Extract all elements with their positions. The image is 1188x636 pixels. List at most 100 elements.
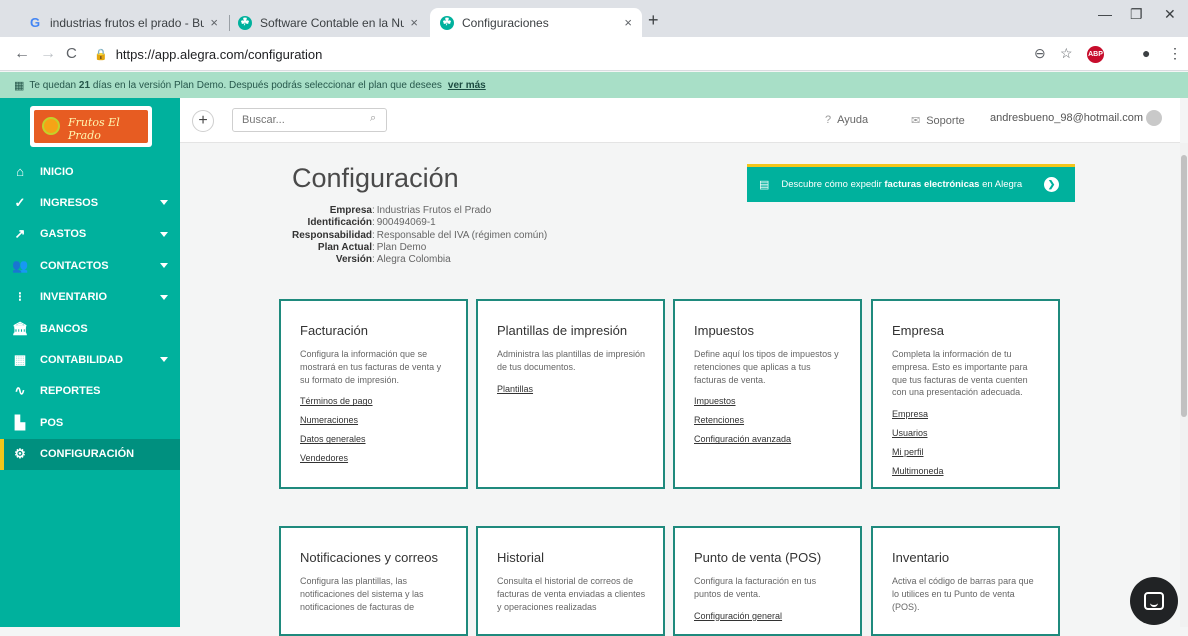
sidebar-item-reportes[interactable]: ∿ REPORTES: [0, 376, 180, 407]
user-email[interactable]: andresbueno_98@hotmail.com: [990, 112, 1143, 124]
info-key: Plan Actual: [317, 241, 372, 253]
card-link[interactable]: Configuración avanzada: [694, 434, 860, 444]
alegra-icon: ☘: [238, 15, 252, 30]
sidebar-item-contactos[interactable]: 👥 CONTACTOS: [0, 250, 180, 281]
card-link[interactable]: Configuración general: [694, 611, 860, 621]
lock-icon: 🔒: [94, 48, 108, 61]
card-title: Plantillas de impresión: [497, 323, 628, 338]
card-link[interactable]: Mi perfil: [892, 447, 1058, 457]
sidebar-item-inicio[interactable]: ⌂ INICIO: [0, 156, 180, 187]
reports-icon: ∿: [14, 383, 26, 399]
sidebar-item-pos[interactable]: ▙ POS: [0, 407, 180, 438]
sidebar-item-label: INGRESOS: [40, 197, 99, 210]
search-input[interactable]: [232, 108, 387, 132]
info-key: Versión: [335, 254, 372, 266]
banner-more-link[interactable]: ver más: [448, 80, 486, 91]
help-link[interactable]: ? Ayuda: [825, 114, 868, 126]
sidebar-item-bancos[interactable]: 🏛 BANCOS: [0, 313, 180, 344]
sidebar-item-ingresos[interactable]: ✓ INGRESOS: [0, 187, 180, 218]
bank-icon: 🏛: [12, 320, 29, 336]
sidebar-item-inventario[interactable]: ⁝ INVENTARIO: [0, 282, 180, 313]
restore-icon[interactable]: ❐: [1130, 6, 1143, 23]
info-row: Plan Actual: Plan Demo: [288, 242, 547, 254]
contacts-icon: 👥: [12, 257, 29, 273]
accounting-icon: ▦: [13, 352, 27, 368]
zoom-icon[interactable]: ⊖: [1034, 45, 1046, 62]
promo-suffix: en Alegra: [982, 179, 1023, 190]
scrollbar-thumb[interactable]: [1181, 155, 1187, 417]
sidebar-item-gastos[interactable]: ↗ GASTOS: [0, 219, 180, 250]
close-window-icon[interactable]: ✕: [1164, 6, 1176, 23]
settings-card: Impuestos Define aquí los tipos de impues…: [673, 299, 862, 489]
sidebar-item-label: CONFIGURACIÓN: [40, 448, 135, 461]
support-link[interactable]: ✉ Soporte: [911, 114, 965, 128]
back-icon[interactable]: ←: [14, 45, 30, 63]
card-link[interactable]: Numeraciones: [300, 415, 466, 425]
card-title: Historial: [497, 550, 544, 565]
company-info: Empresa: Industrias Frutos el Prado Identi…: [288, 205, 547, 266]
card-description: Configura las plantillas, las notificaci…: [300, 576, 424, 612]
alegra-icon: ☘: [440, 15, 454, 30]
home-icon: ⌂: [16, 164, 24, 180]
url-text: https://app.alegra.com/configuration: [115, 46, 323, 62]
card-link[interactable]: Impuestos: [694, 396, 860, 406]
sidebar-item-label: CONTABILIDAD: [40, 354, 123, 367]
card-link[interactable]: Usuarios: [892, 428, 1058, 438]
card-title: Punto de venta (POS): [694, 550, 822, 565]
card-link[interactable]: Retenciones: [694, 415, 860, 425]
minimize-icon[interactable]: —: [1098, 6, 1112, 22]
sidebar: Frutos El Prado ⌂ INICIO ✓ INGRESOS ↗ GASTOS 👥…: [0, 98, 180, 627]
user-avatar-icon[interactable]: [1146, 110, 1162, 126]
company-logo[interactable]: Frutos El Prado: [30, 106, 152, 147]
account-icon[interactable]: ●: [1142, 45, 1150, 61]
logo-image: Frutos El Prado: [34, 110, 148, 143]
card-link[interactable]: Términos de pago: [300, 396, 466, 406]
banner-text: días en la versión Plan Demo. Después po…: [92, 79, 442, 91]
chevron-down-icon: [160, 231, 168, 237]
sidebar-item-configuracion[interactable]: ⚙ CONFIGURACIÓN: [0, 438, 180, 470]
card-description: Configura la información que se mostrará…: [300, 349, 442, 385]
fruit-logo-icon: [42, 117, 60, 135]
chat-button[interactable]: [1130, 577, 1178, 625]
forward-icon[interactable]: →: [40, 45, 56, 63]
close-tab-icon[interactable]: ×: [624, 15, 632, 30]
sidebar-item-label: GASTOS: [40, 228, 87, 241]
card-link[interactable]: Plantillas: [497, 384, 663, 394]
info-key: Identificación: [307, 217, 372, 229]
card-description: Completa la información de tu empresa. E…: [892, 349, 1028, 398]
card-link[interactable]: Empresa: [892, 409, 1058, 419]
card-link[interactable]: Datos generales: [300, 434, 466, 444]
sidebar-item-contabilidad[interactable]: ▦ CONTABILIDAD: [0, 344, 180, 375]
address-bar[interactable]: 🔒 https://app.alegra.com/configuration: [94, 41, 1094, 67]
browser-tab-configuraciones[interactable]: ☘ Configuraciones ×: [430, 8, 642, 37]
card-description: Define aquí los tipos de impuestos y ret…: [694, 349, 839, 385]
card-link[interactable]: Vendedores: [300, 453, 466, 463]
mail-icon: ✉: [911, 115, 921, 127]
promo-prefix: Descubre cómo expedir: [781, 179, 882, 190]
browser-toolbar: ← → C 🔒 https://app.alegra.com/configura…: [0, 37, 1188, 71]
card-description: Configura la facturación en tus puntos d…: [694, 576, 817, 599]
arrow-right-icon[interactable]: ❯: [1044, 177, 1059, 192]
settings-card: Plantillas de impresión Administra las pl…: [476, 299, 665, 489]
settings-card: Historial Consulta el historial de correo…: [476, 526, 665, 636]
close-tab-icon[interactable]: ×: [210, 15, 218, 30]
chevron-down-icon: [160, 200, 168, 206]
card-link[interactable]: Multimoneda: [892, 466, 1058, 476]
card-title: Facturación: [300, 323, 368, 338]
sidebar-menu: ⌂ INICIO ✓ INGRESOS ↗ GASTOS 👥 CONTACTOS ⁝ INVENT…: [0, 156, 180, 470]
quick-add-button[interactable]: +: [192, 110, 214, 132]
browser-tab-alegra[interactable]: ☘ Software Contable en la Nube pa ×: [228, 8, 428, 37]
new-tab-button[interactable]: +: [648, 10, 659, 31]
search-icon[interactable]: ⌕: [370, 112, 376, 125]
browser-tab-search[interactable]: G industrias frutos el prado - Busca ×: [18, 8, 228, 37]
browser-menu-icon[interactable]: ⋮: [1168, 45, 1182, 62]
google-icon: G: [29, 15, 41, 30]
bookmark-star-icon[interactable]: ☆: [1060, 45, 1073, 62]
close-tab-icon[interactable]: ×: [410, 15, 418, 30]
tab-title: Configuraciones: [462, 15, 549, 30]
adblock-icon[interactable]: ABP: [1087, 46, 1104, 63]
sidebar-item-label: INICIO: [40, 165, 74, 178]
pos-icon: ▙: [15, 414, 25, 430]
reload-icon[interactable]: C: [66, 45, 77, 62]
electronic-invoice-promo[interactable]: ▤ Descubre cómo expedir facturas electró…: [747, 164, 1075, 202]
